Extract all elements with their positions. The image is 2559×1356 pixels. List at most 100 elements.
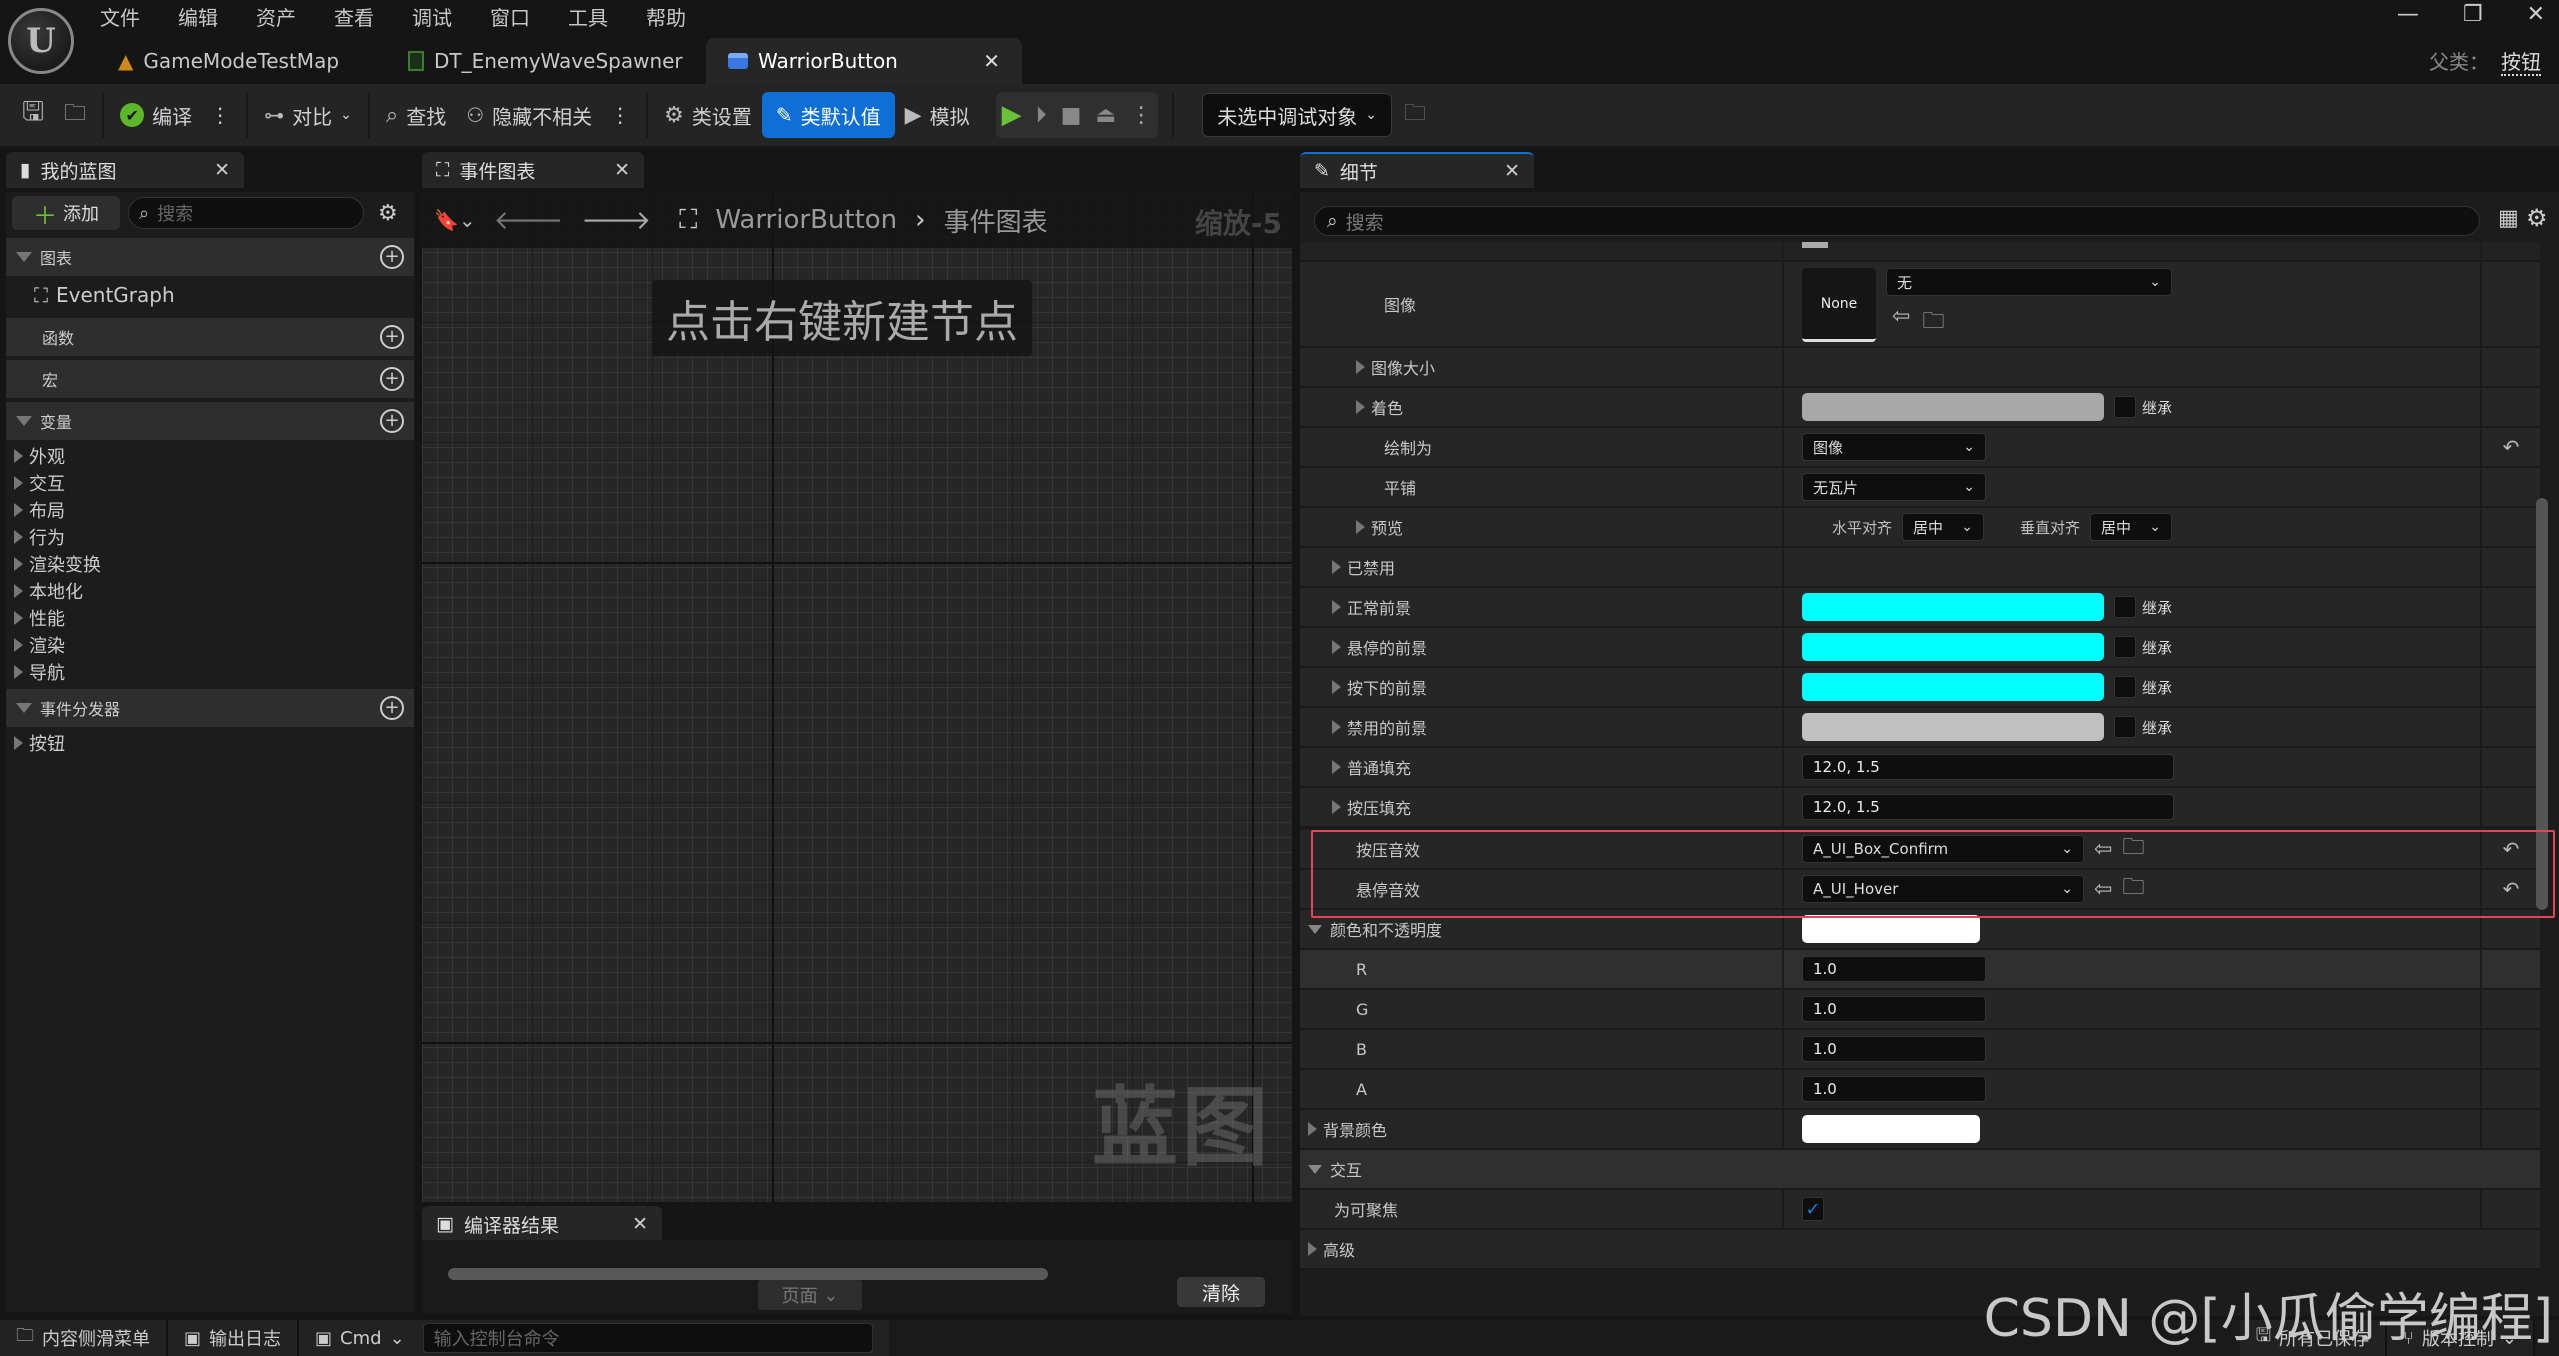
tab-my-blueprint[interactable]: ▮ 我的蓝图 ✕ <box>6 152 244 188</box>
add-graph-icon[interactable]: + <box>380 245 404 269</box>
use-selected-icon[interactable]: ⇦ <box>1892 304 1910 342</box>
property-label[interactable]: 普通填充 <box>1300 748 1784 786</box>
h-align-select[interactable]: 居中 ⌄ <box>1902 513 1985 541</box>
pressed-foreground-swatch[interactable] <box>1802 673 2104 701</box>
simulate-button[interactable]: ▶ 模拟 <box>895 92 980 138</box>
output-log-button[interactable]: ▣ 输出日志 <box>168 1320 300 1356</box>
browse-asset-icon[interactable]: 🗀 <box>1922 304 1944 342</box>
cmd-selector[interactable]: ▣ Cmd ⌄ 输入控制台命令 <box>299 1320 889 1356</box>
variable-category[interactable]: 外观 <box>6 442 414 469</box>
compile-options-icon[interactable]: ⋮ <box>210 103 230 127</box>
close-tab-icon[interactable]: ✕ <box>214 159 230 181</box>
section-event-dispatchers[interactable]: 事件分发器 + <box>6 689 414 727</box>
forward-arrow-icon[interactable]: 🡒 <box>581 205 651 236</box>
search-input[interactable]: ⌕ 搜索 <box>128 197 364 229</box>
inherit-checkbox[interactable] <box>2114 396 2136 418</box>
property-label[interactable]: 按下的前景 <box>1300 668 1784 706</box>
background-color-swatch[interactable] <box>1802 1115 1980 1143</box>
menu-file[interactable]: 文件 <box>100 2 154 34</box>
property-label[interactable]: 按压填充 <box>1300 788 1784 826</box>
menu-help[interactable]: 帮助 <box>646 2 700 34</box>
hide-unrelated-button[interactable]: ⚇ 隐藏不相关 ⋮ <box>456 92 640 138</box>
add-variable-icon[interactable]: + <box>380 409 404 433</box>
browse-button[interactable]: 🗀 <box>54 92 96 138</box>
minimize-button[interactable]: — <box>2397 2 2419 27</box>
draw-as-select[interactable]: 图像 ⌄ <box>1802 433 1986 461</box>
graph-item-eventgraph[interactable]: ⛶ EventGraph <box>6 276 414 314</box>
close-window-button[interactable]: ✕ <box>2527 2 2545 27</box>
find-button[interactable]: ⌕ 查找 <box>376 92 456 138</box>
hovered-foreground-swatch[interactable] <box>1802 633 2104 661</box>
stop-icon[interactable]: ■ <box>1061 103 1082 128</box>
step-icon[interactable]: ⏵ <box>1036 103 1047 128</box>
disabled-foreground-swatch[interactable] <box>1802 713 2104 741</box>
variable-category[interactable]: 渲染变换 <box>6 550 414 577</box>
horizontal-scrollbar[interactable] <box>448 1268 1048 1280</box>
normal-padding-input[interactable]: 12.0, 1.5 <box>1802 754 2174 780</box>
details-search-input[interactable]: ⌕ 搜索 <box>1314 206 2480 236</box>
tab-details[interactable]: ✎ 细节 ✕ <box>1300 152 1534 188</box>
inherit-checkbox[interactable] <box>2114 596 2136 618</box>
color-opacity-swatch[interactable] <box>1802 915 1980 943</box>
event-graph-canvas[interactable]: 🔖⌄ 🡐 🡒 ⛶ WarriorButton › 事件图表 缩放-5 点击右键新… <box>422 192 1292 1202</box>
property-label[interactable]: 悬停的前景 <box>1300 628 1784 666</box>
variable-category[interactable]: 导航 <box>6 658 414 685</box>
menu-asset[interactable]: 资产 <box>256 2 310 34</box>
tiling-select[interactable]: 无瓦片 ⌄ <box>1802 473 1986 501</box>
view-options-icon[interactable]: ▦ <box>2498 206 2519 231</box>
property-label[interactable]: 图像大小 <box>1300 348 1784 386</box>
section-variables[interactable]: 变量 + <box>6 402 414 440</box>
pressed-padding-input[interactable]: 12.0, 1.5 <box>1802 794 2174 820</box>
close-tab-icon[interactable]: ✕ <box>632 1213 648 1235</box>
parent-class-link[interactable]: 按钮 <box>2501 50 2541 76</box>
inherit-checkbox[interactable] <box>2114 676 2136 698</box>
category-advanced[interactable]: 高级 <box>1300 1230 2540 1270</box>
settings-gear-icon[interactable]: ⚙ <box>2526 204 2548 232</box>
inherit-checkbox[interactable] <box>2114 636 2136 658</box>
diff-button[interactable]: ⊶ 对比 ⌄ <box>254 92 362 138</box>
property-label[interactable]: 预览 <box>1300 508 1784 546</box>
close-tab-icon[interactable]: ✕ <box>614 159 630 181</box>
inherit-checkbox[interactable] <box>2114 716 2136 738</box>
r-input[interactable]: 1.0 <box>1802 956 1986 982</box>
tint-color-swatch[interactable] <box>1802 393 2104 421</box>
section-graphs[interactable]: 图表 + <box>6 238 414 276</box>
section-macros[interactable]: 宏 + <box>6 360 414 398</box>
debug-browse-icon[interactable]: 🗀 <box>1404 96 1426 134</box>
menu-edit[interactable]: 编辑 <box>178 2 232 34</box>
variable-category[interactable]: 渲染 <box>6 631 414 658</box>
class-defaults-button[interactable]: ✎ 类默认值 <box>761 92 895 138</box>
play-icon[interactable]: ▶ <box>1002 100 1022 130</box>
normal-foreground-swatch[interactable] <box>1802 593 2104 621</box>
page-dropdown[interactable]: 页面 ⌄ <box>758 1280 862 1310</box>
bookmark-icon[interactable]: 🔖⌄ <box>434 208 476 232</box>
close-tab-icon[interactable]: ✕ <box>983 49 1000 73</box>
v-align-select[interactable]: 居中 ⌄ <box>2090 513 2173 541</box>
tab-compiler-results[interactable]: ▣ 编译器结果 ✕ <box>422 1206 662 1242</box>
variable-category[interactable]: 交互 <box>6 469 414 496</box>
save-button[interactable]: 🖫 <box>0 92 54 138</box>
add-function-icon[interactable]: + <box>380 325 404 349</box>
doc-tab-warriorbutton[interactable]: WarriorButton ✕ <box>706 38 1022 84</box>
image-thumbnail[interactable]: None <box>1802 268 1876 342</box>
category-interaction[interactable]: 交互 <box>1300 1150 2540 1190</box>
property-label[interactable]: 已禁用 <box>1300 548 1784 586</box>
eject-icon[interactable]: ⏏ <box>1095 103 1116 128</box>
unreal-logo[interactable]: U <box>8 8 74 74</box>
back-arrow-icon[interactable]: 🡐 <box>494 205 564 236</box>
doc-tab-gamemodetestmap[interactable]: ▲ GameModeTestMap <box>96 38 386 84</box>
a-input[interactable]: 1.0 <box>1802 1076 1986 1102</box>
b-input[interactable]: 1.0 <box>1802 1036 1986 1062</box>
add-button[interactable]: ＋ 添加 <box>12 196 120 230</box>
play-options-icon[interactable]: ⋮ <box>1130 103 1152 128</box>
add-dispatcher-icon[interactable]: + <box>380 696 404 720</box>
restore-button[interactable]: ❐ <box>2463 2 2483 27</box>
variable-category[interactable]: 行为 <box>6 523 414 550</box>
tab-event-graph[interactable]: ⛶ 事件图表 ✕ <box>422 152 644 188</box>
variable-category[interactable]: 布局 <box>6 496 414 523</box>
menu-view[interactable]: 查看 <box>334 2 388 34</box>
dispatcher-category[interactable]: 按钮 <box>6 729 414 756</box>
g-input[interactable]: 1.0 <box>1802 996 1986 1022</box>
compile-button[interactable]: ✔ 编译 ⋮ <box>110 92 240 138</box>
settings-gear-icon[interactable]: ⚙ <box>378 201 398 226</box>
